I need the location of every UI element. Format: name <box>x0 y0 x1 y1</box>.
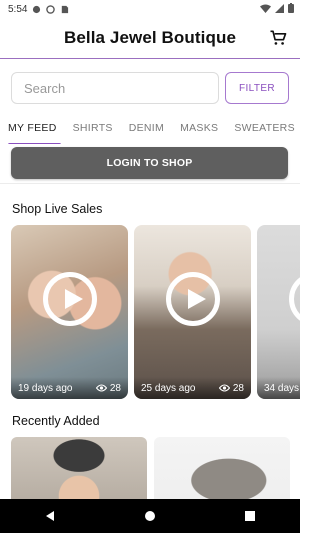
live-sale-meta: 25 days ago 28 <box>134 377 251 399</box>
live-sale-card[interactable]: 19 days ago 28 <box>11 225 128 399</box>
wifi-icon <box>260 4 271 13</box>
search-placeholder: Search <box>24 80 66 96</box>
back-icon[interactable] <box>44 510 56 522</box>
divider <box>0 183 300 184</box>
live-sale-views: 28 <box>95 382 121 394</box>
category-tabs: MY FEED SHIRTS DENIM MASKS SWEATERS <box>0 116 300 144</box>
shopping-cart-icon[interactable] <box>268 28 288 48</box>
product-thumbnail <box>11 437 147 499</box>
home-icon[interactable] <box>144 510 156 522</box>
live-sales-carousel[interactable]: 19 days ago 28 25 days ago 28 34 days <box>11 225 300 400</box>
recents-icon[interactable] <box>244 510 256 522</box>
tab-masks[interactable]: MASKS <box>172 116 226 144</box>
section-title-live-sales: Shop Live Sales <box>12 202 103 216</box>
system-navigation-bar <box>0 499 300 533</box>
live-sale-card[interactable]: 25 days ago 28 <box>134 225 251 399</box>
product-card[interactable] <box>154 437 290 499</box>
sd-card-icon <box>62 5 69 13</box>
eye-icon <box>218 384 230 392</box>
product-thumbnail <box>154 437 290 499</box>
live-sale-age: 19 days ago <box>18 382 73 394</box>
search-input[interactable]: Search <box>11 72 219 104</box>
live-sale-views: 28 <box>218 382 244 394</box>
eye-icon <box>95 384 107 392</box>
notification-icon <box>33 5 41 13</box>
status-bar: 5:54 <box>0 0 300 18</box>
app-title: Bella Jewel Boutique <box>63 28 237 47</box>
play-icon[interactable] <box>165 272 220 326</box>
tab-sweaters[interactable]: SWEATERS <box>226 116 300 144</box>
tab-my-feed[interactable]: MY FEED <box>0 116 65 144</box>
battery-icon <box>288 3 294 13</box>
live-sale-meta: 34 days <box>257 377 300 399</box>
tab-denim[interactable]: DENIM <box>121 116 172 144</box>
live-sale-meta: 19 days ago 28 <box>11 377 128 399</box>
search-row: Search FILTER <box>11 72 289 106</box>
live-sale-view-count: 28 <box>109 382 121 394</box>
live-sale-card[interactable]: 34 days <box>257 225 300 399</box>
live-sale-age: 25 days ago <box>141 382 196 394</box>
status-time: 5:54 <box>8 3 28 15</box>
live-sale-view-count: 28 <box>232 382 244 394</box>
section-title-recently-added: Recently Added <box>12 414 100 428</box>
filter-button[interactable]: FILTER <box>225 72 289 104</box>
login-to-shop-button[interactable]: LOGIN TO SHOP <box>11 147 288 179</box>
tab-shirts[interactable]: SHIRTS <box>65 116 121 144</box>
app-bar: Bella Jewel Boutique <box>0 18 300 59</box>
live-sale-age: 34 days <box>264 382 300 394</box>
product-card[interactable] <box>11 437 147 499</box>
whatsapp-icon <box>46 4 56 14</box>
play-icon[interactable] <box>42 272 97 326</box>
recently-added-list[interactable] <box>11 437 300 499</box>
signal-icon <box>275 3 284 13</box>
